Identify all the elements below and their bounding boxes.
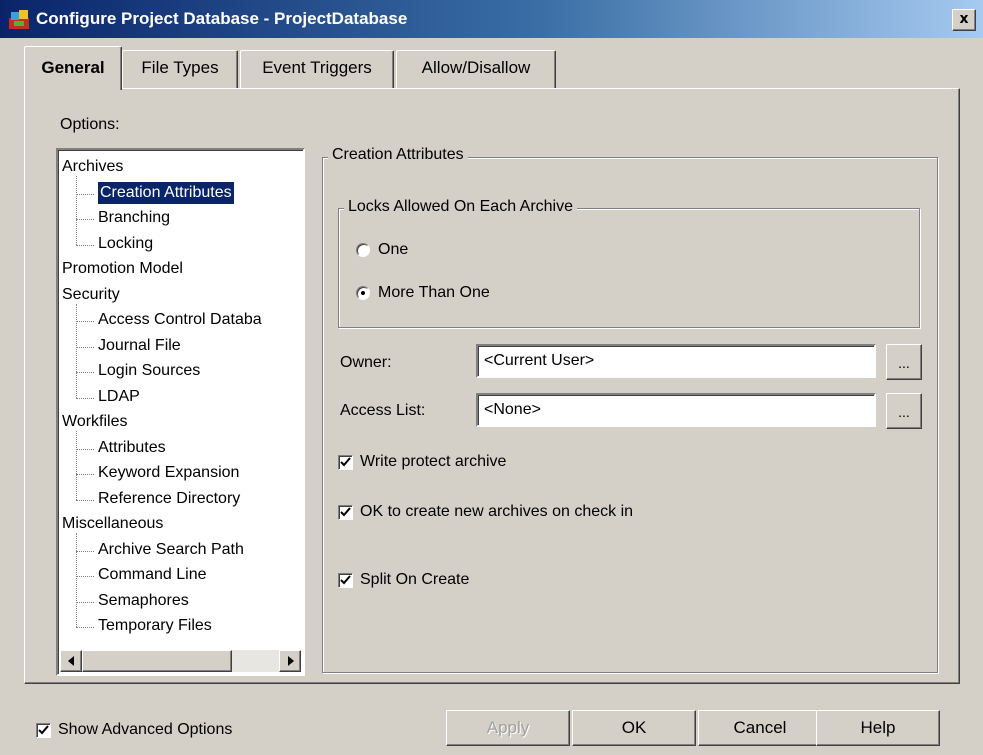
tree-leaf[interactable]: Access Control Databa: [98, 309, 262, 331]
apply-button[interactable]: Apply: [446, 710, 570, 746]
tree-leaf[interactable]: LDAP: [98, 386, 140, 408]
tree-connector: [76, 627, 94, 628]
tab-label: General: [41, 58, 105, 77]
tree-leaf[interactable]: Temporary Files: [98, 615, 212, 637]
tree-connector: [76, 448, 94, 450]
tree-connector: [76, 303, 77, 398]
write-protect-label[interactable]: Write protect archive: [360, 453, 506, 471]
check-icon: [340, 507, 351, 517]
tree-connector: [76, 576, 94, 577]
radio-dot: [361, 291, 365, 295]
split-on-create-label[interactable]: Split On Create: [360, 571, 469, 589]
owner-label: Owner:: [340, 354, 392, 371]
ok-create-label[interactable]: OK to create new archives on check in: [360, 503, 633, 521]
tree-connector: [76, 346, 94, 348]
ok-button[interactable]: OK: [572, 710, 696, 746]
creation-attributes-title: Creation Attributes: [328, 146, 468, 164]
tree-connector: [76, 321, 94, 322]
title-bar[interactable]: Configure Project Database - ProjectData…: [0, 0, 983, 38]
radio-more-than-one-label[interactable]: More Than One: [378, 284, 490, 302]
check-icon: [38, 725, 49, 735]
tab-allow-disallow[interactable]: Allow/Disallow: [396, 50, 556, 88]
close-icon: x: [959, 11, 969, 27]
owner-field[interactable]: <Current User>: [476, 344, 876, 378]
tree-connector: [76, 193, 94, 195]
tree-leaf[interactable]: Creation Attributes: [98, 181, 234, 204]
tree-connector: [76, 601, 94, 603]
tree-connector: [76, 431, 77, 500]
show-advanced-label[interactable]: Show Advanced Options: [58, 721, 232, 739]
tree-node[interactable]: Promotion Model: [62, 258, 183, 280]
tree-leaf[interactable]: Archive Search Path: [98, 539, 244, 561]
tab-general[interactable]: General: [24, 46, 122, 90]
scroll-right-button[interactable]: [279, 650, 301, 672]
tree-connector: [76, 372, 94, 373]
tree-node[interactable]: Security: [62, 284, 120, 306]
tree-leaf[interactable]: Attributes: [98, 437, 166, 459]
radio-more-than-one[interactable]: [356, 286, 370, 300]
access-list-browse-button[interactable]: ...: [886, 393, 922, 429]
check-icon: [340, 457, 351, 467]
split-on-create-checkbox[interactable]: [338, 573, 353, 588]
apply-label: Apply: [486, 718, 530, 737]
tree-connector: [76, 550, 94, 552]
write-protect-checkbox[interactable]: [338, 455, 353, 470]
ok-label: OK: [621, 718, 647, 737]
locks-group-title: Locks Allowed On Each Archive: [344, 198, 578, 216]
radio-one-label[interactable]: One: [378, 241, 408, 259]
close-button[interactable]: x: [952, 9, 976, 31]
owner-browse-button[interactable]: ...: [886, 344, 922, 380]
tab-file-types[interactable]: File Types: [122, 50, 238, 88]
tree-connector: [76, 474, 94, 475]
scroll-thumb[interactable]: [82, 650, 232, 672]
window-title: Configure Project Database - ProjectData…: [36, 9, 408, 28]
tree-leaf[interactable]: Locking: [98, 233, 153, 255]
access-list-field[interactable]: <None>: [476, 393, 876, 427]
tree-connector: [76, 244, 94, 246]
tree-connector: [76, 219, 94, 220]
tree-connector: [76, 176, 77, 245]
tree-horizontal-scrollbar[interactable]: [60, 650, 301, 672]
tree-leaf[interactable]: Login Sources: [98, 360, 200, 382]
access-list-label: Access List:: [340, 402, 426, 419]
radio-one[interactable]: [356, 243, 370, 257]
tree-leaf[interactable]: Command Line: [98, 564, 207, 586]
tree-leaf[interactable]: Keyword Expansion: [98, 462, 239, 484]
show-advanced-checkbox[interactable]: [36, 723, 51, 738]
tree-leaf[interactable]: Reference Directory: [98, 488, 240, 510]
options-tree[interactable]: Archives Creation Attributes Branching Lock…: [56, 148, 305, 676]
tree-node[interactable]: Archives: [62, 156, 123, 178]
arrow-right-icon: [288, 656, 294, 666]
cancel-button[interactable]: Cancel: [698, 710, 822, 746]
tree-connector: [76, 499, 94, 501]
tree-leaf[interactable]: Semaphores: [98, 590, 189, 612]
tab-label: File Types: [141, 58, 219, 77]
help-label: Help: [860, 718, 896, 737]
tree-connector: [76, 533, 77, 627]
tab-event-triggers[interactable]: Event Triggers: [240, 50, 394, 88]
arrow-left-icon: [68, 656, 74, 666]
help-button[interactable]: Help: [816, 710, 940, 746]
tree-leaf[interactable]: Branching: [98, 207, 170, 229]
tab-label: Event Triggers: [262, 58, 372, 77]
tree-node[interactable]: Workfiles: [62, 411, 128, 433]
app-icon: [9, 10, 29, 29]
scroll-left-button[interactable]: [60, 650, 82, 672]
locks-group: [338, 208, 920, 328]
tree-leaf[interactable]: Journal File: [98, 335, 181, 357]
ok-create-checkbox[interactable]: [338, 505, 353, 520]
tab-label: Allow/Disallow: [421, 58, 531, 77]
tree-connector: [76, 397, 94, 399]
check-icon: [340, 575, 351, 585]
tree-node[interactable]: Miscellaneous: [62, 513, 163, 535]
options-label: Options:: [60, 116, 120, 133]
cancel-label: Cancel: [733, 718, 787, 737]
